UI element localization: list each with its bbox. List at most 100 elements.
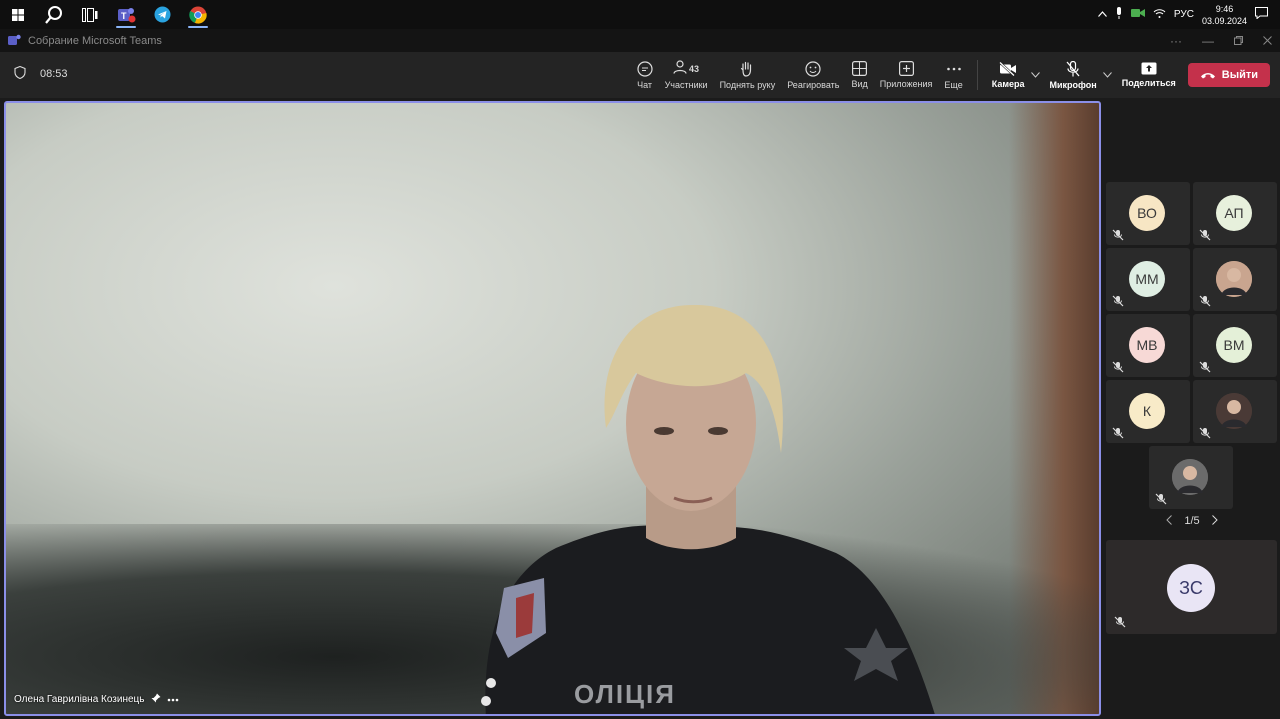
chrome-icon[interactable] [180, 0, 216, 29]
avatar: АП [1216, 195, 1252, 231]
more-label: Еще [944, 79, 963, 90]
react-label: Реагировать [787, 79, 840, 90]
grid-view-icon [852, 61, 868, 76]
telegram-icon[interactable] [144, 0, 180, 29]
camera-tray-icon[interactable] [1130, 8, 1145, 21]
main-video-stage[interactable]: ОЛІЦІЯ Олена Гаврилівна Козинець [4, 101, 1101, 716]
share-screen-icon [1141, 62, 1157, 75]
hand-icon [741, 61, 752, 77]
avatar: ММ [1129, 261, 1165, 297]
camera-options-chevron-icon[interactable] [1030, 70, 1040, 80]
raise-hand-button[interactable]: Поднять руку [714, 52, 782, 98]
muted-microphone-icon [1199, 361, 1211, 373]
chat-button[interactable]: Чат [631, 52, 659, 98]
share-button[interactable]: Поделиться [1116, 52, 1182, 98]
view-label: Вид [851, 79, 868, 89]
leave-button[interactable]: Выйти [1187, 63, 1270, 87]
page-indicator: 1/5 [1184, 515, 1200, 527]
add-app-icon [898, 61, 914, 76]
people-icon [673, 60, 687, 74]
participant-tile[interactable]: К [1106, 380, 1190, 443]
meeting-toolbar: 08:53 Чат 43 Участники Поднять руку Реаг… [0, 52, 1280, 98]
participant-tile[interactable] [1193, 380, 1277, 443]
camera-button[interactable]: Камера [986, 52, 1031, 98]
speaker-name: Олена Гаврилівна Козинець [14, 694, 145, 705]
ellipsis-icon [946, 67, 961, 70]
participant-tile[interactable]: АП [1193, 182, 1277, 245]
elapsed-time: 08:53 [40, 68, 68, 80]
avatar: ВМ [1216, 327, 1252, 363]
avatar: ВО [1129, 195, 1165, 231]
camera-off-icon [999, 61, 1017, 76]
avatar: ЗС [1167, 564, 1215, 612]
react-button[interactable]: Реагировать [781, 52, 845, 98]
avatar-photo [1216, 261, 1252, 297]
meeting-timer: 08:53 [14, 65, 68, 82]
apps-button[interactable]: Приложения [874, 52, 939, 98]
close-icon[interactable] [1263, 34, 1272, 48]
speaker-name-tag: Олена Гаврилівна Козинець [14, 693, 179, 706]
chevron-left-icon[interactable] [1166, 515, 1173, 528]
search-icon[interactable] [36, 0, 72, 29]
microphone-off-icon [1066, 60, 1080, 76]
participant-tile[interactable] [1149, 446, 1233, 509]
apps-label: Приложения [879, 79, 933, 89]
participant-tile[interactable]: МВ [1106, 314, 1190, 377]
view-button[interactable]: Вид [845, 52, 873, 98]
avatar-photo [1172, 459, 1208, 495]
smiley-icon [805, 60, 821, 77]
muted-microphone-icon [1114, 616, 1126, 628]
microphone-tray-icon[interactable] [1115, 7, 1123, 22]
gallery-pager: 1/5 [1104, 515, 1280, 528]
speaker-more-options-icon[interactable] [167, 694, 179, 705]
microphone-button[interactable]: Микрофон [1044, 52, 1103, 98]
participant-tile[interactable] [1193, 248, 1277, 311]
muted-microphone-icon [1112, 295, 1124, 307]
speaker-video: ОЛІЦІЯ [481, 304, 935, 714]
restore-icon[interactable] [1234, 34, 1243, 48]
windows-taskbar: T РУС 9:46 03.09.2024 [0, 0, 1280, 29]
toolbar-divider [976, 60, 978, 90]
muted-microphone-icon [1112, 427, 1124, 439]
leave-label: Выйти [1221, 69, 1258, 81]
window-title: Собрание Microsoft Teams [28, 34, 162, 47]
muted-microphone-icon [1199, 427, 1211, 439]
more-button[interactable]: Еще [938, 52, 968, 98]
participant-tile[interactable]: ВО [1106, 182, 1190, 245]
muted-microphone-icon [1199, 229, 1211, 241]
wifi-icon[interactable] [1153, 8, 1166, 21]
pin-icon[interactable] [151, 693, 161, 706]
task-view-icon[interactable] [72, 0, 108, 29]
muted-microphone-icon [1112, 229, 1124, 241]
clock[interactable]: 9:46 03.09.2024 [1202, 3, 1247, 27]
chat-label: Чат [637, 79, 653, 90]
window-controls: ··· — [1170, 29, 1272, 52]
language-indicator[interactable]: РУС [1174, 9, 1194, 20]
shield-icon [14, 65, 26, 82]
hang-up-icon [1200, 73, 1215, 79]
avatar: К [1129, 393, 1165, 429]
minimize-icon[interactable]: — [1202, 34, 1214, 48]
participants-button[interactable]: 43 Участники [659, 52, 714, 98]
more-options-icon[interactable]: ··· [1170, 34, 1182, 48]
muted-microphone-icon [1112, 361, 1124, 373]
teams-icon[interactable]: T [108, 0, 144, 29]
participant-tile[interactable]: ВМ [1193, 314, 1277, 377]
participants-label: Участники [664, 80, 708, 90]
participant-tile[interactable]: ММ [1106, 248, 1190, 311]
microphone-label: Микрофон [1049, 79, 1097, 90]
muted-microphone-icon [1155, 493, 1167, 505]
system-tray: РУС 9:46 03.09.2024 [1097, 0, 1280, 29]
participant-tile-large[interactable]: ЗС [1106, 540, 1277, 634]
avatar: МВ [1129, 327, 1165, 363]
microphone-options-chevron-icon[interactable] [1102, 70, 1112, 80]
chevron-up-icon[interactable] [1097, 9, 1107, 20]
chevron-right-icon[interactable] [1211, 515, 1218, 528]
share-label: Поделиться [1121, 78, 1176, 88]
participants-count: 43 [689, 63, 700, 74]
camera-label: Камера [991, 78, 1025, 89]
notifications-icon[interactable] [1255, 7, 1268, 22]
muted-microphone-icon [1199, 295, 1211, 307]
uniform-text: ОЛІЦІЯ [574, 679, 676, 709]
windows-start-icon[interactable] [0, 0, 36, 29]
